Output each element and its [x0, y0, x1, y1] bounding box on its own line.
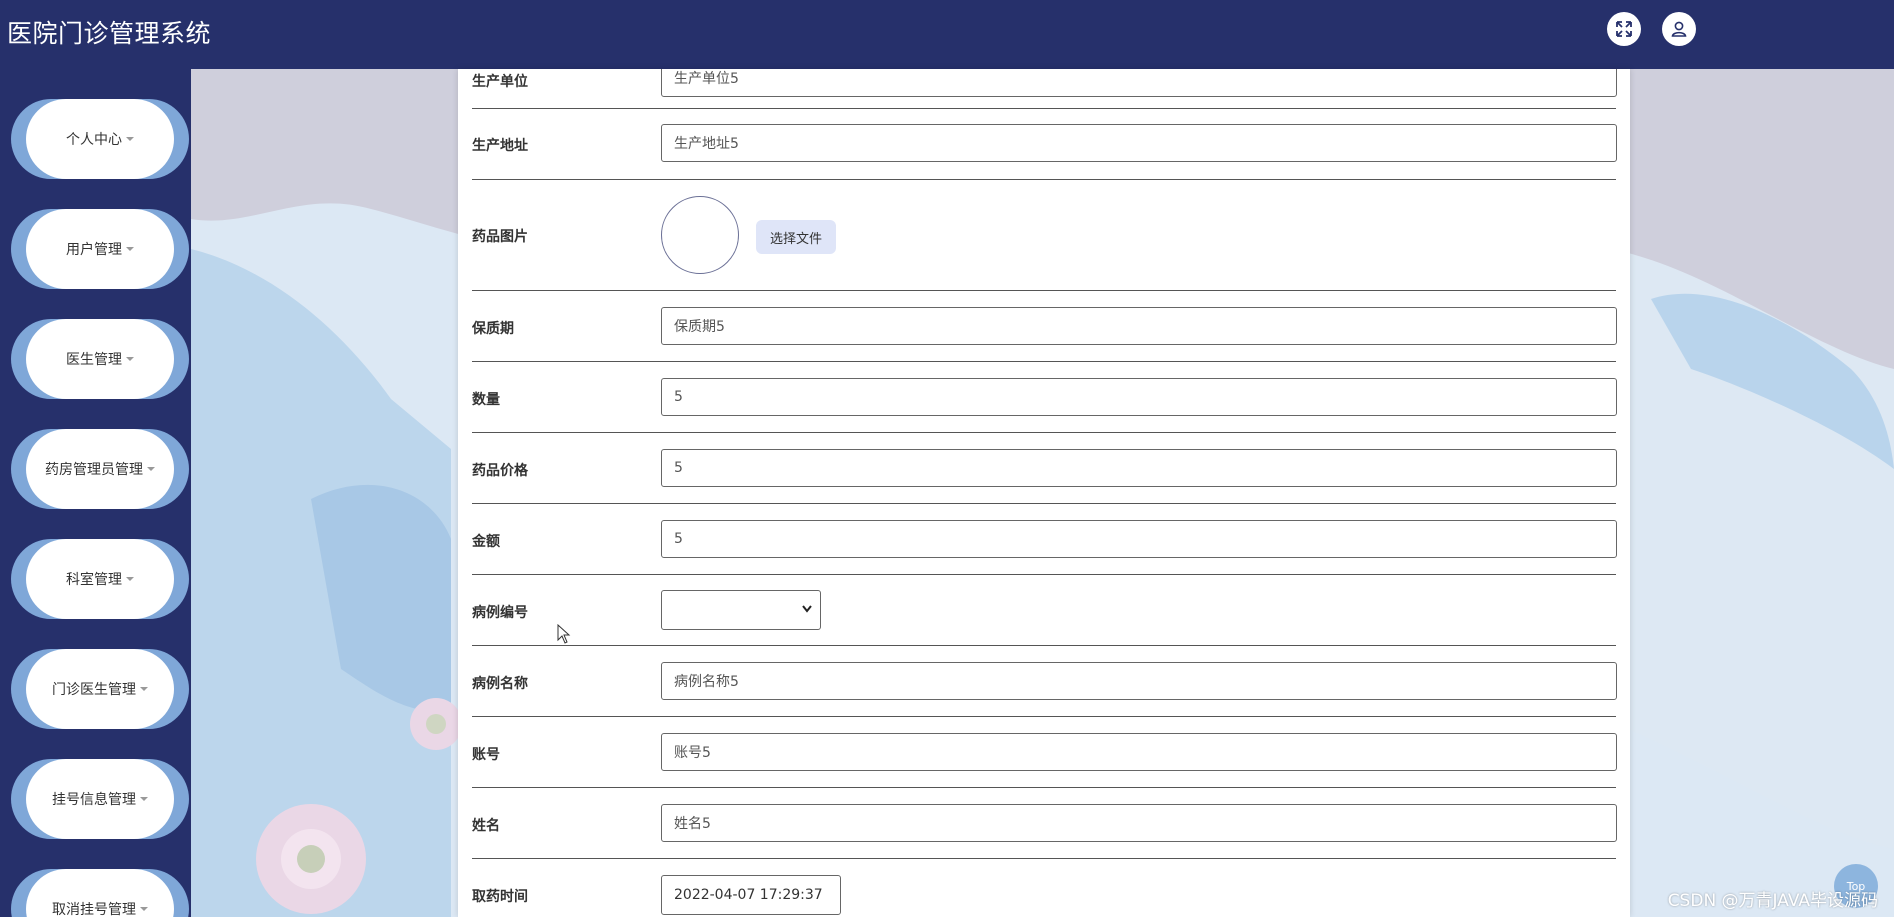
image-preview[interactable]	[661, 196, 739, 274]
sidebar-item-label: 挂号信息管理	[52, 792, 136, 808]
user-menu-button[interactable]	[1662, 12, 1696, 46]
manufacturer-input[interactable]: 生产单位5	[661, 69, 1617, 97]
form-row-quantity: 数量 5	[472, 361, 1617, 433]
form-row-address: 生产地址 生产地址5	[472, 108, 1617, 180]
quantity-input[interactable]: 5	[661, 378, 1617, 416]
caret-down-icon	[126, 247, 134, 251]
caret-down-icon	[140, 797, 148, 801]
sidebar-item-cancel-registration-management[interactable]: 取消挂号管理	[11, 869, 189, 917]
user-icon	[1671, 21, 1687, 37]
caret-down-icon	[140, 907, 148, 911]
form-row-pickup-time: 取药时间 2022-04-07 17:29:37	[472, 858, 1616, 917]
amount-input[interactable]: 5	[661, 520, 1617, 558]
sidebar-item-personal-center[interactable]: 个人中心	[11, 99, 189, 179]
app-title: 医院门诊管理系统	[7, 19, 212, 48]
account-input[interactable]: 账号5	[661, 733, 1617, 771]
choose-file-button[interactable]: 选择文件	[756, 220, 836, 254]
name-input[interactable]: 姓名5	[661, 804, 1617, 842]
case-number-select[interactable]	[661, 590, 821, 630]
form-row-price: 药品价格 5	[472, 432, 1617, 504]
price-label: 药品价格	[472, 463, 528, 479]
sidebar-item-user-management[interactable]: 用户管理	[11, 209, 189, 289]
case-name-label: 病例名称	[472, 676, 528, 692]
sidebar-item-label: 科室管理	[66, 572, 122, 588]
caret-down-icon	[126, 137, 134, 141]
address-input[interactable]: 生产地址5	[661, 124, 1617, 162]
form-row-case-number: 病例编号	[472, 574, 1616, 646]
drug-image-label: 药品图片	[472, 229, 528, 245]
caret-down-icon	[126, 577, 134, 581]
sidebar-item-pharmacy-admin-management[interactable]: 药房管理员管理	[11, 429, 189, 509]
sidebar-item-label: 取消挂号管理	[52, 902, 136, 917]
form-row-drug-image: 药品图片 选择文件	[472, 179, 1616, 291]
case-number-label: 病例编号	[472, 605, 528, 621]
name-label: 姓名	[472, 818, 500, 834]
quantity-label: 数量	[472, 392, 500, 408]
form-row-shelf-life: 保质期 保质期5	[472, 290, 1617, 362]
sidebar-item-label: 用户管理	[66, 242, 122, 258]
chevron-down-icon	[802, 605, 812, 613]
shelf-life-label: 保质期	[472, 321, 514, 337]
shelf-life-input[interactable]: 保质期5	[661, 307, 1617, 345]
sidebar-item-doctor-management[interactable]: 医生管理	[11, 319, 189, 399]
sidebar-item-registration-management[interactable]: 挂号信息管理	[11, 759, 189, 839]
form-row-account: 账号 账号5	[472, 716, 1617, 788]
caret-down-icon	[140, 687, 148, 691]
sidebar-item-label: 个人中心	[66, 132, 122, 148]
form-row-amount: 金额 5	[472, 503, 1617, 575]
caret-down-icon	[147, 467, 155, 471]
case-name-input[interactable]: 病例名称5	[661, 662, 1617, 700]
amount-label: 金额	[472, 534, 500, 550]
sidebar-item-label: 药房管理员管理	[45, 462, 143, 478]
sidebar: 个人中心 用户管理 医生管理 药房管理员管理 科室管理 门诊医生管理 挂号信息管…	[0, 69, 191, 917]
address-label: 生产地址	[472, 138, 528, 154]
sidebar-item-department-management[interactable]: 科室管理	[11, 539, 189, 619]
caret-down-icon	[126, 357, 134, 361]
fullscreen-icon	[1616, 21, 1632, 37]
pickup-time-label: 取药时间	[472, 889, 528, 905]
sidebar-item-label: 医生管理	[66, 352, 122, 368]
drug-form-panel: 生产单位 生产单位5 生产地址 生产地址5 药品图片 选择文件 保质期 保质期5…	[458, 69, 1630, 917]
sidebar-item-label: 门诊医生管理	[52, 682, 136, 698]
top-header: 医院门诊管理系统	[0, 0, 1894, 69]
price-input[interactable]: 5	[661, 449, 1617, 487]
form-row-manufacturer: 生产单位 生产单位5	[472, 69, 1617, 109]
sidebar-item-outpatient-doctor-management[interactable]: 门诊医生管理	[11, 649, 189, 729]
manufacturer-label: 生产单位	[472, 74, 528, 90]
pickup-time-input[interactable]: 2022-04-07 17:29:37	[661, 875, 841, 915]
form-row-name: 姓名 姓名5	[472, 787, 1617, 859]
form-row-case-name: 病例名称 病例名称5	[472, 645, 1617, 717]
fullscreen-button[interactable]	[1607, 12, 1641, 46]
watermark-text: CSDN @万青JAVA毕设源码	[1667, 891, 1878, 911]
account-label: 账号	[472, 747, 500, 763]
mouse-cursor-icon	[557, 624, 571, 644]
